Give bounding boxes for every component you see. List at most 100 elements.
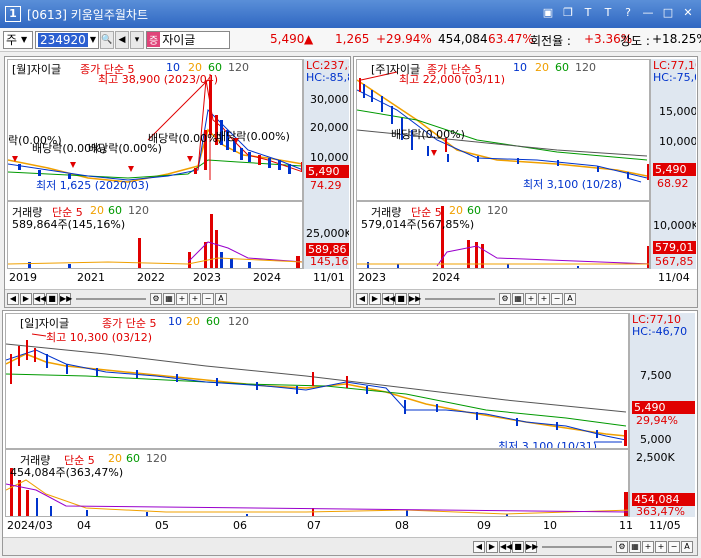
weekly-ma-label-120: 120 — [575, 61, 596, 74]
daily-vol-ma-60: 60 — [126, 452, 140, 465]
copy-icon[interactable]: ❐ — [561, 6, 575, 20]
settings-icon[interactable]: ⚙ — [499, 292, 511, 305]
monthly-volume-pct: 145,16 — [310, 255, 349, 268]
monthly-dividend-label-5: 배당락(0.00%) — [216, 130, 290, 143]
monthly-vol-tick: 25,000K — [306, 227, 349, 240]
forward-icon[interactable]: ▶▶ — [408, 292, 421, 305]
turnover-label: 회전율 : — [530, 34, 571, 48]
rewind-icon[interactable]: ◀◀ — [33, 292, 46, 305]
weekly-volume-pane[interactable]: 거래량 단순 5 20 60 120 579,014주(567,85%) — [356, 201, 650, 269]
daily-volume-pane[interactable]: 거래량 단순 5 20 60 120 454,084주(363,47%) — [5, 449, 629, 517]
market-value: 주 — [6, 33, 18, 47]
daily-x-tick: 08 — [395, 519, 409, 532]
monthly-volume-pane[interactable]: 거래량 단순 5 20 60 120 589,864주(145,16%) — [7, 201, 303, 269]
zoom-in-icon[interactable]: + — [189, 292, 201, 305]
font-icon[interactable]: A — [681, 540, 693, 553]
search-icon[interactable]: 🔍 — [100, 30, 114, 49]
weekly-volume-tag: 579,01 — [653, 241, 696, 254]
close-icon[interactable]: ✕ — [681, 6, 695, 20]
forward-icon[interactable]: ▶▶ — [59, 292, 72, 305]
forward-icon[interactable]: ▶▶ — [525, 540, 538, 553]
crosshair-icon[interactable]: + — [642, 540, 654, 553]
daily-vol-ma-120: 120 — [146, 452, 167, 465]
dropdown-icon[interactable]: ▾ — [130, 30, 144, 49]
weekly-vol-tick: 10,000K — [653, 219, 696, 232]
link-icon[interactable]: ▣ — [541, 6, 555, 20]
monthly-x-tick: 2021 — [77, 271, 105, 284]
play-icon[interactable]: ▶ — [486, 540, 498, 553]
market-select[interactable]: 주 ▼ — [3, 30, 33, 49]
scroll-first-icon[interactable]: ◀ — [473, 540, 485, 553]
stop-icon[interactable]: ■ — [395, 292, 407, 305]
settings-icon[interactable]: ⚙ — [616, 540, 628, 553]
zoom-in-icon[interactable]: + — [538, 292, 550, 305]
zoom-out-icon[interactable]: − — [551, 292, 563, 305]
weekly-volume-value: 579,014주(567,85%) — [361, 218, 475, 231]
daily-hc: HC:-46,70 — [632, 325, 688, 338]
monthly-control-bar: ◀ ▶ ◀◀ ■ ▶▶ ⚙ ▦ + + − A — [5, 289, 350, 307]
daily-x-tick: 07 — [307, 519, 321, 532]
weekly-volume-axis: 10,000K 579,01 567,85 — [650, 201, 696, 269]
current-price: 5,490 — [270, 32, 305, 46]
strength-label: 강도 : — [620, 34, 650, 48]
stock-code: 234920 — [38, 32, 88, 47]
scroll-first-icon[interactable]: ◀ — [7, 292, 19, 305]
zoom-slider[interactable] — [542, 545, 612, 548]
monthly-pct-tag: 74.29 — [310, 179, 342, 192]
rewind-icon[interactable]: ◀◀ — [382, 292, 395, 305]
help-icon[interactable]: ? — [621, 6, 635, 20]
weekly-control-bar: ◀ ▶ ◀◀ ■ ▶▶ ⚙ ▦ + + − A — [354, 289, 697, 307]
crosshair-icon[interactable]: + — [176, 292, 188, 305]
chevron-down-icon: ▼ — [89, 35, 96, 44]
monthly-price-pane[interactable]: [월]자이글 종가 단순 5 10 20 60 120 최고 38,900 (2… — [7, 59, 303, 201]
zoom-slider[interactable] — [76, 297, 146, 300]
weekly-dividend-label: 배당락(0.00%) — [391, 128, 465, 141]
play-icon[interactable]: ▶ — [20, 292, 32, 305]
stop-icon[interactable]: ■ — [46, 292, 58, 305]
monthly-dividend-label-4: 배당락(0.00%) — [148, 132, 222, 145]
daily-price-pane[interactable]: [일]자이글 종가 단순 5 10 20 60 120 최고 10,300 (0… — [5, 313, 629, 449]
monthly-title: [월]자이글 — [12, 63, 62, 76]
rewind-icon[interactable]: ◀◀ — [499, 540, 512, 553]
window-title: [0613] 키움일주월차트 — [27, 7, 148, 22]
minimize-icon[interactable]: — — [641, 6, 655, 20]
speaker-icon[interactable]: ◀ — [115, 30, 129, 49]
weekly-ma-label-20: 20 — [535, 61, 549, 74]
monthly-vol-ma-120: 120 — [128, 204, 149, 217]
monthly-ma-label-120: 120 — [228, 61, 249, 74]
grid-icon[interactable]: ▦ — [629, 540, 641, 553]
daily-volume-value: 454,084주(363,47%) — [10, 466, 124, 479]
weekly-price-pane[interactable]: [주]자이글 종가 단순 5 10 20 60 120 최고 22,000 (0… — [356, 59, 650, 201]
weekly-x-tick: 2024 — [432, 271, 460, 284]
grid-icon[interactable]: ▦ — [512, 292, 524, 305]
play-icon[interactable]: ▶ — [369, 292, 381, 305]
zoom-slider[interactable] — [425, 297, 495, 300]
zoom-out-icon[interactable]: − — [202, 292, 214, 305]
weekly-price-axis: LC:77,10 HC:-75,0 15,000 10,000 5,490 68… — [650, 59, 696, 201]
window-number: 1 — [5, 6, 21, 22]
daily-ma-label-20: 20 — [186, 315, 200, 328]
daily-x-tick: 05 — [155, 519, 169, 532]
settings-icon[interactable]: ⚙ — [150, 292, 162, 305]
price-change-pct: +29.94% — [376, 32, 432, 46]
zoom-in-icon[interactable]: + — [655, 540, 667, 553]
stop-icon[interactable]: ■ — [512, 540, 524, 553]
weekly-price-tag: 5,490 — [653, 163, 696, 176]
crosshair-icon[interactable]: + — [525, 292, 537, 305]
scroll-first-icon[interactable]: ◀ — [356, 292, 368, 305]
font-icon[interactable]: A — [215, 292, 227, 305]
pin-icon[interactable]: T — [581, 6, 595, 20]
daily-ma-label-60: 60 — [206, 315, 220, 328]
daily-x-tick: 09 — [477, 519, 491, 532]
text-icon[interactable]: T — [601, 6, 615, 20]
monthly-low-label: 최저 1,625 (2020/03) — [36, 179, 150, 192]
weekly-x-tick: 11/04 — [658, 271, 690, 284]
window-controls: ▣ ❐ T T ? — □ ✕ — [541, 6, 695, 20]
zoom-out-icon[interactable]: − — [668, 540, 680, 553]
font-icon[interactable]: A — [564, 292, 576, 305]
grid-icon[interactable]: ▦ — [163, 292, 175, 305]
daily-volume-axis: 2,500K 454,084 363,47% — [629, 449, 695, 517]
maximize-icon[interactable]: □ — [661, 6, 675, 20]
monthly-x-tick: 11/01 — [313, 271, 345, 284]
stock-code-input[interactable]: 234920 ▼ — [35, 30, 99, 49]
